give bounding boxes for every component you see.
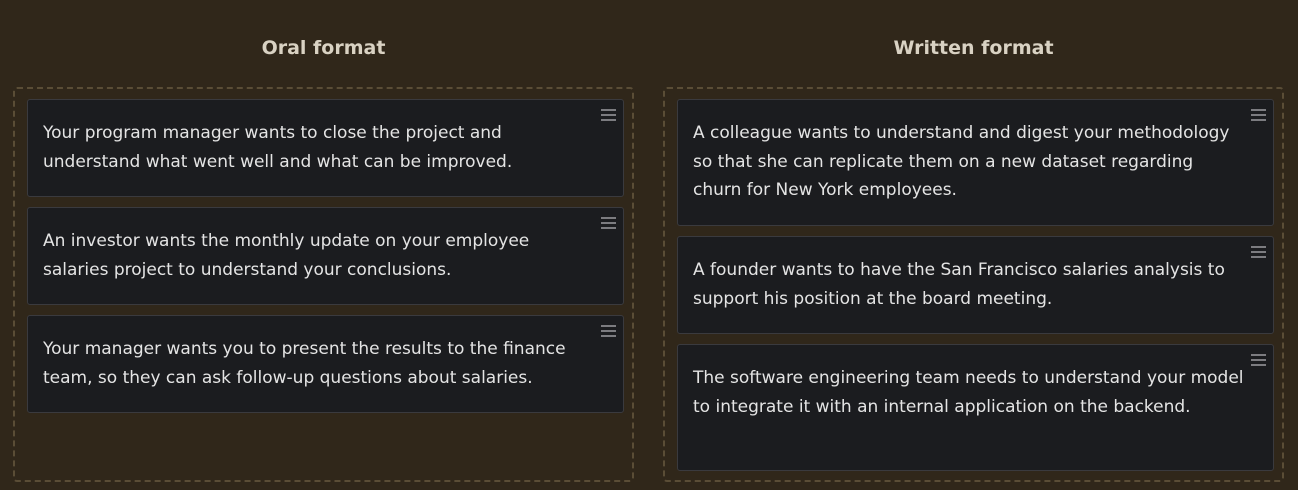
column-title-written: Written format [893,37,1054,59]
draggable-card-written-1[interactable]: A colleague wants to understand and dige… [677,99,1274,226]
drag-handle-icon[interactable] [601,217,616,229]
card-text: A colleague wants to understand and dige… [693,123,1230,200]
draggable-card-oral-2[interactable]: An investor wants the monthly update on … [27,207,624,305]
card-text: Your program manager wants to close the … [43,123,513,172]
drag-handle-icon[interactable] [601,325,616,337]
card-text: A founder wants to have the San Francisc… [693,260,1225,309]
dropzone-oral[interactable]: Your program manager wants to close the … [13,87,634,482]
card-text: Your manager wants you to present the re… [43,339,566,388]
draggable-card-oral-1[interactable]: Your program manager wants to close the … [27,99,624,197]
draggable-card-oral-3[interactable]: Your manager wants you to present the re… [27,315,624,413]
draggable-card-written-3[interactable]: The software engineering team needs to u… [677,344,1274,471]
draggable-card-written-2[interactable]: A founder wants to have the San Francisc… [677,236,1274,334]
column-title-oral: Oral format [261,37,386,59]
card-text: An investor wants the monthly update on … [43,231,530,280]
dropzone-written[interactable]: A colleague wants to understand and dige… [663,87,1284,482]
drag-drop-board: Oral format Your program manager wants t… [0,0,1298,490]
drag-handle-icon[interactable] [1251,246,1266,258]
card-text: The software engineering team needs to u… [693,368,1244,417]
drag-handle-icon[interactable] [601,109,616,121]
drag-handle-icon[interactable] [1251,109,1266,121]
drag-handle-icon[interactable] [1251,354,1266,366]
